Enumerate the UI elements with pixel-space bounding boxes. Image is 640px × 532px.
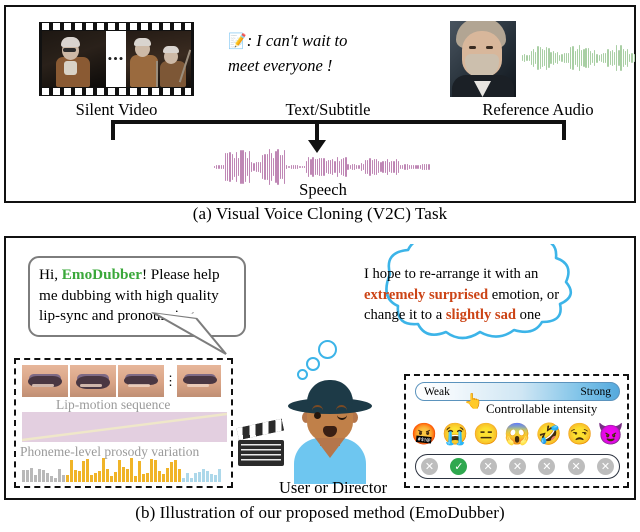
lip-and-prosody-box: ⋮ Lip-motion sequence Phoneme-level pros… [14,358,233,488]
devil-emoji[interactable]: 😈 [598,422,624,446]
emphasis-sad: slightly sad [445,307,517,323]
thought-line-2b: emotion, or [488,286,560,303]
panel-v2c-task: ••• Silent Video 📝: I can't wait to meet… [4,5,636,203]
emotion-mark-6[interactable]: ✕ [596,458,614,475]
unamused-emoji[interactable]: 😒 [567,422,593,446]
speech-bubble-tail [150,312,227,355]
caption-panel-b: (b) Illustration of our proposed method … [135,503,505,522]
rolling-laugh-emoji[interactable]: 🤣 [536,422,562,446]
speech-prefix: Hi, [39,266,62,283]
thought-dot-medium [306,357,320,371]
neutral-emoji[interactable]: 😑 [473,422,499,446]
caption-panel-a: (a) Visual Voice Cloning (V2C) Task [192,204,448,223]
emotion-selection-pill[interactable]: ✕ ✓ ✕ ✕ ✕ ✕ ✕ [415,454,620,479]
angry-emoji[interactable]: 🤬 [411,422,437,446]
lip-motion-caption: Lip-motion sequence [56,397,171,412]
lip-frame-2 [70,365,116,397]
emotion-mark-3[interactable]: ✕ [508,458,526,475]
lip-frame-4 [177,365,221,397]
prosody-trend-line [22,412,227,442]
slider-strong-label: Strong [580,385,611,398]
intensity-slider[interactable]: Weak Strong [415,382,620,401]
figure-root: ••• Silent Video 📝: I can't wait to meet… [0,0,640,532]
lip-frame-3 [118,365,164,397]
emotion-mark-1[interactable]: ✓ [450,458,468,475]
emotion-mark-5[interactable]: ✕ [567,458,585,475]
thought-line-1: I hope to re-arrange it with an [364,266,539,282]
emotion-emoji-row[interactable]: 🤬 😭 😑 😱 🤣 😒 😈 [411,422,624,446]
slider-weak-label: Weak [424,385,450,398]
thought-line-3b: one [516,307,541,323]
user-director-avatar [282,372,378,484]
emotion-mark-0[interactable]: ✕ [421,458,438,475]
screaming-emoji[interactable]: 😱 [504,422,530,446]
emotion-mark-2[interactable]: ✕ [479,458,497,475]
arrow-shaft [315,120,319,142]
thought-line-3a: change it to a [364,307,446,323]
director-thought-bubble: I hope to re-arrange it with an extremel… [334,225,626,340]
lip-sequence-ellipsis: ⋮ [164,373,177,388]
lip-frame-1 [22,365,68,397]
clapperboard-icon [236,418,286,468]
emotion-mark-4[interactable]: ✕ [538,458,556,475]
thought-text: I hope to re-arrange it with an extremel… [364,264,604,326]
speech-label: Speech [299,180,347,199]
brand-name: EmoDubber [61,266,142,283]
user-director-label: User or Director [278,478,388,497]
prosody-variation-band [22,412,227,442]
emphasis-surprised: extremely surprised [364,286,489,303]
thought-dot-large [318,340,337,359]
crying-emoji[interactable]: 😭 [442,422,468,446]
prosody-bar-chart [22,454,227,482]
lip-motion-frames: ⋮ [22,365,227,397]
emotion-control-box: Weak Strong 👆 Controllable intensity 🤬 😭 😑… [404,374,629,488]
pointing-hand-cursor-icon: 👆 [464,394,483,410]
controllable-intensity-caption: Controllable intensity [486,402,598,416]
